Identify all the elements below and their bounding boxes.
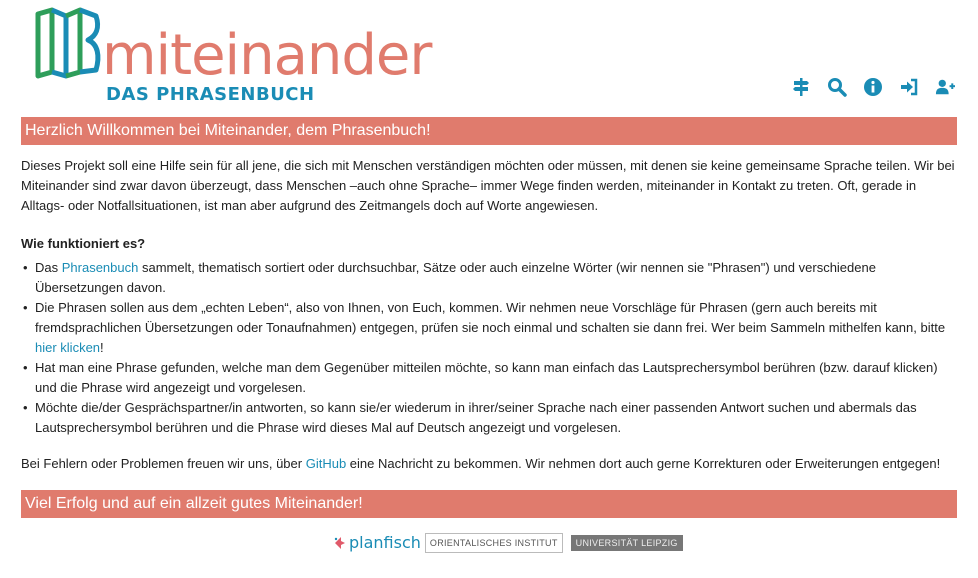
list-item: Möchte die/der Gesprächspartner/in antwo… <box>23 398 961 438</box>
register-button[interactable] <box>934 76 956 98</box>
planfisch-text: planfisch <box>349 533 421 552</box>
main-content: Dieses Projekt soll eine Hilfe sein für … <box>21 156 961 492</box>
signpost-icon <box>793 78 809 96</box>
welcome-banner: Herzlich Willkommen bei Miteinander, dem… <box>21 117 957 145</box>
phrasebook-link[interactable]: Phrasenbuch <box>62 260 139 275</box>
list-item: Die Phrasen sollen aus dem „echten Leben… <box>23 298 961 358</box>
how-list: Das Phrasenbuch sammelt, thematisch sort… <box>23 258 961 438</box>
info-button[interactable] <box>862 76 884 98</box>
contribute-link[interactable]: hier klicken <box>35 340 100 355</box>
search-button[interactable] <box>826 76 848 98</box>
top-nav <box>790 76 956 98</box>
login-button[interactable] <box>898 76 920 98</box>
github-link[interactable]: GitHub <box>306 456 346 471</box>
fish-icon <box>334 537 345 549</box>
logo-wordmark: miteinander <box>102 23 432 88</box>
info-icon <box>864 78 882 96</box>
header: miteinander DAS PHRASENBUCH <box>0 0 978 112</box>
universitaet-leipzig-logo[interactable]: UNIVERSITÄT LEIPZIG <box>570 535 683 551</box>
site-logo[interactable]: miteinander DAS PHRASENBUCH <box>34 6 432 106</box>
how-heading: Wie funktioniert es? <box>21 236 146 251</box>
categories-button[interactable] <box>790 76 812 98</box>
partner-logos: planfisch ORIENTALISCHES INSTITUT UNIVER… <box>333 530 683 556</box>
list-item: Das Phrasenbuch sammelt, thematisch sort… <box>23 258 961 298</box>
book-logo-icon <box>35 7 101 79</box>
farewell-banner: Viel Erfolg und auf ein allzeit gutes Mi… <box>21 490 957 518</box>
logo-subtitle: DAS PHRASENBUCH <box>106 84 315 105</box>
planfisch-logo[interactable]: planfisch <box>333 535 421 551</box>
user-plus-icon <box>935 79 955 95</box>
errors-paragraph: Bei Fehlern oder Problemen freuen wir un… <box>21 456 941 471</box>
orientalisches-institut-logo[interactable]: ORIENTALISCHES INSTITUT <box>424 533 563 553</box>
login-icon <box>901 78 918 96</box>
search-icon <box>828 78 847 97</box>
list-item: Hat man eine Phrase gefunden, welche man… <box>23 358 961 398</box>
intro-paragraph: Dieses Projekt soll eine Hilfe sein für … <box>21 158 955 213</box>
